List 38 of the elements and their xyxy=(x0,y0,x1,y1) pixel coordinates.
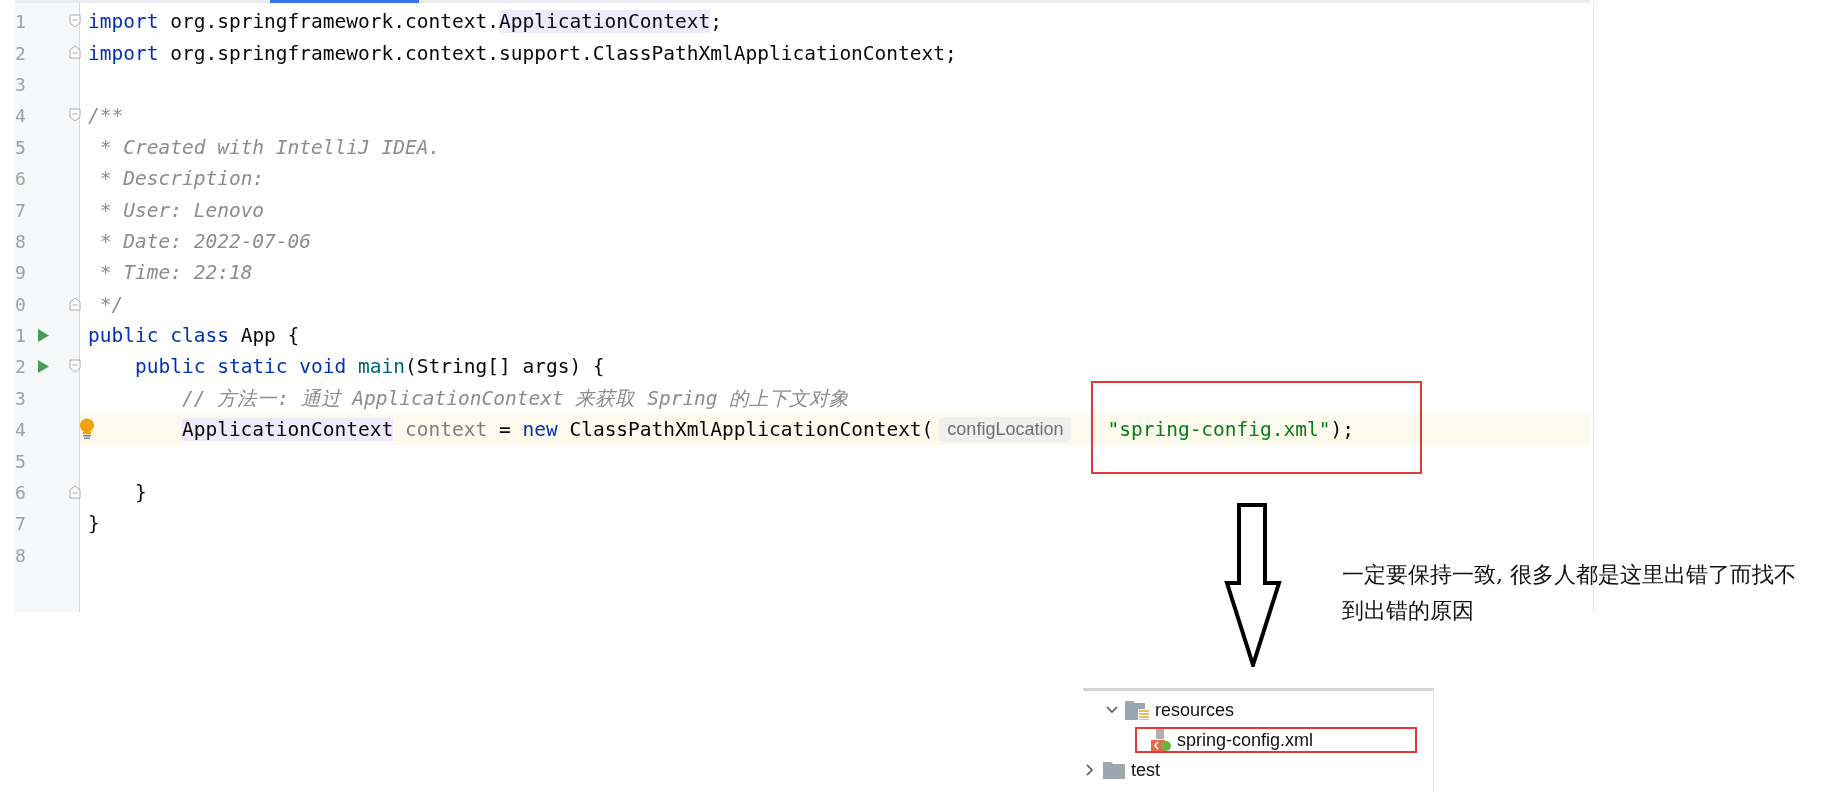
code-line: * Date: 2022-07-06 xyxy=(98,229,312,253)
tree-item[interactable]: test xyxy=(1131,759,1160,781)
code-line: import org.springframework.context.support.ClassPathXmlApplicationContext; xyxy=(88,41,957,65)
line-number: 5 xyxy=(15,136,27,158)
line-number: 2 xyxy=(15,356,27,378)
annotation-note: 一定要保持一致, 很多人都是这里出错了而找不到出错的原因 xyxy=(1342,561,1797,625)
line-number: 6 xyxy=(15,482,27,504)
line-number: 4 xyxy=(15,105,27,127)
line-number: 5 xyxy=(15,450,27,472)
code-line: } xyxy=(88,512,100,536)
code-line: public static void main(String[] args) { xyxy=(133,355,605,379)
line-number: 3 xyxy=(15,387,27,409)
line-number: 4 xyxy=(15,419,27,441)
line-number: 1 xyxy=(15,325,27,347)
tree-item[interactable]: resources xyxy=(1155,699,1235,721)
line-number: 3 xyxy=(15,73,27,95)
code-line: * Time: 22:18 xyxy=(98,261,253,285)
line-number: 6 xyxy=(15,168,27,190)
line-number: 1 xyxy=(15,11,27,33)
code-line: /** xyxy=(88,104,124,128)
code-line: * User: Lenovo xyxy=(98,198,265,222)
code-line: * Description: xyxy=(98,167,265,191)
code-line: // 方法一: 通过 ApplicationContext 来获取 Spring 的上下文对象 xyxy=(180,385,850,412)
line-number: 9 xyxy=(15,262,27,284)
code-line: * Created with IntelliJ IDEA. xyxy=(98,135,441,159)
parameter-hint: configLocation xyxy=(939,417,1072,443)
code-line: import org.springframework.context.ApplicationContext; xyxy=(88,10,722,34)
code-line: public class App { xyxy=(88,324,300,348)
code-line: */ xyxy=(98,292,124,316)
code-line: "spring-config.xml"); xyxy=(1107,418,1354,442)
tree-item[interactable]: spring-config.xml xyxy=(1177,729,1314,751)
code-line: } xyxy=(133,481,147,505)
line-number: 7 xyxy=(15,199,27,221)
line-number: 7 xyxy=(15,513,27,535)
line-number: 8 xyxy=(15,230,27,252)
line-number: 8 xyxy=(15,544,27,566)
line-number: 0 xyxy=(15,293,27,315)
line-number: 2 xyxy=(15,42,27,64)
